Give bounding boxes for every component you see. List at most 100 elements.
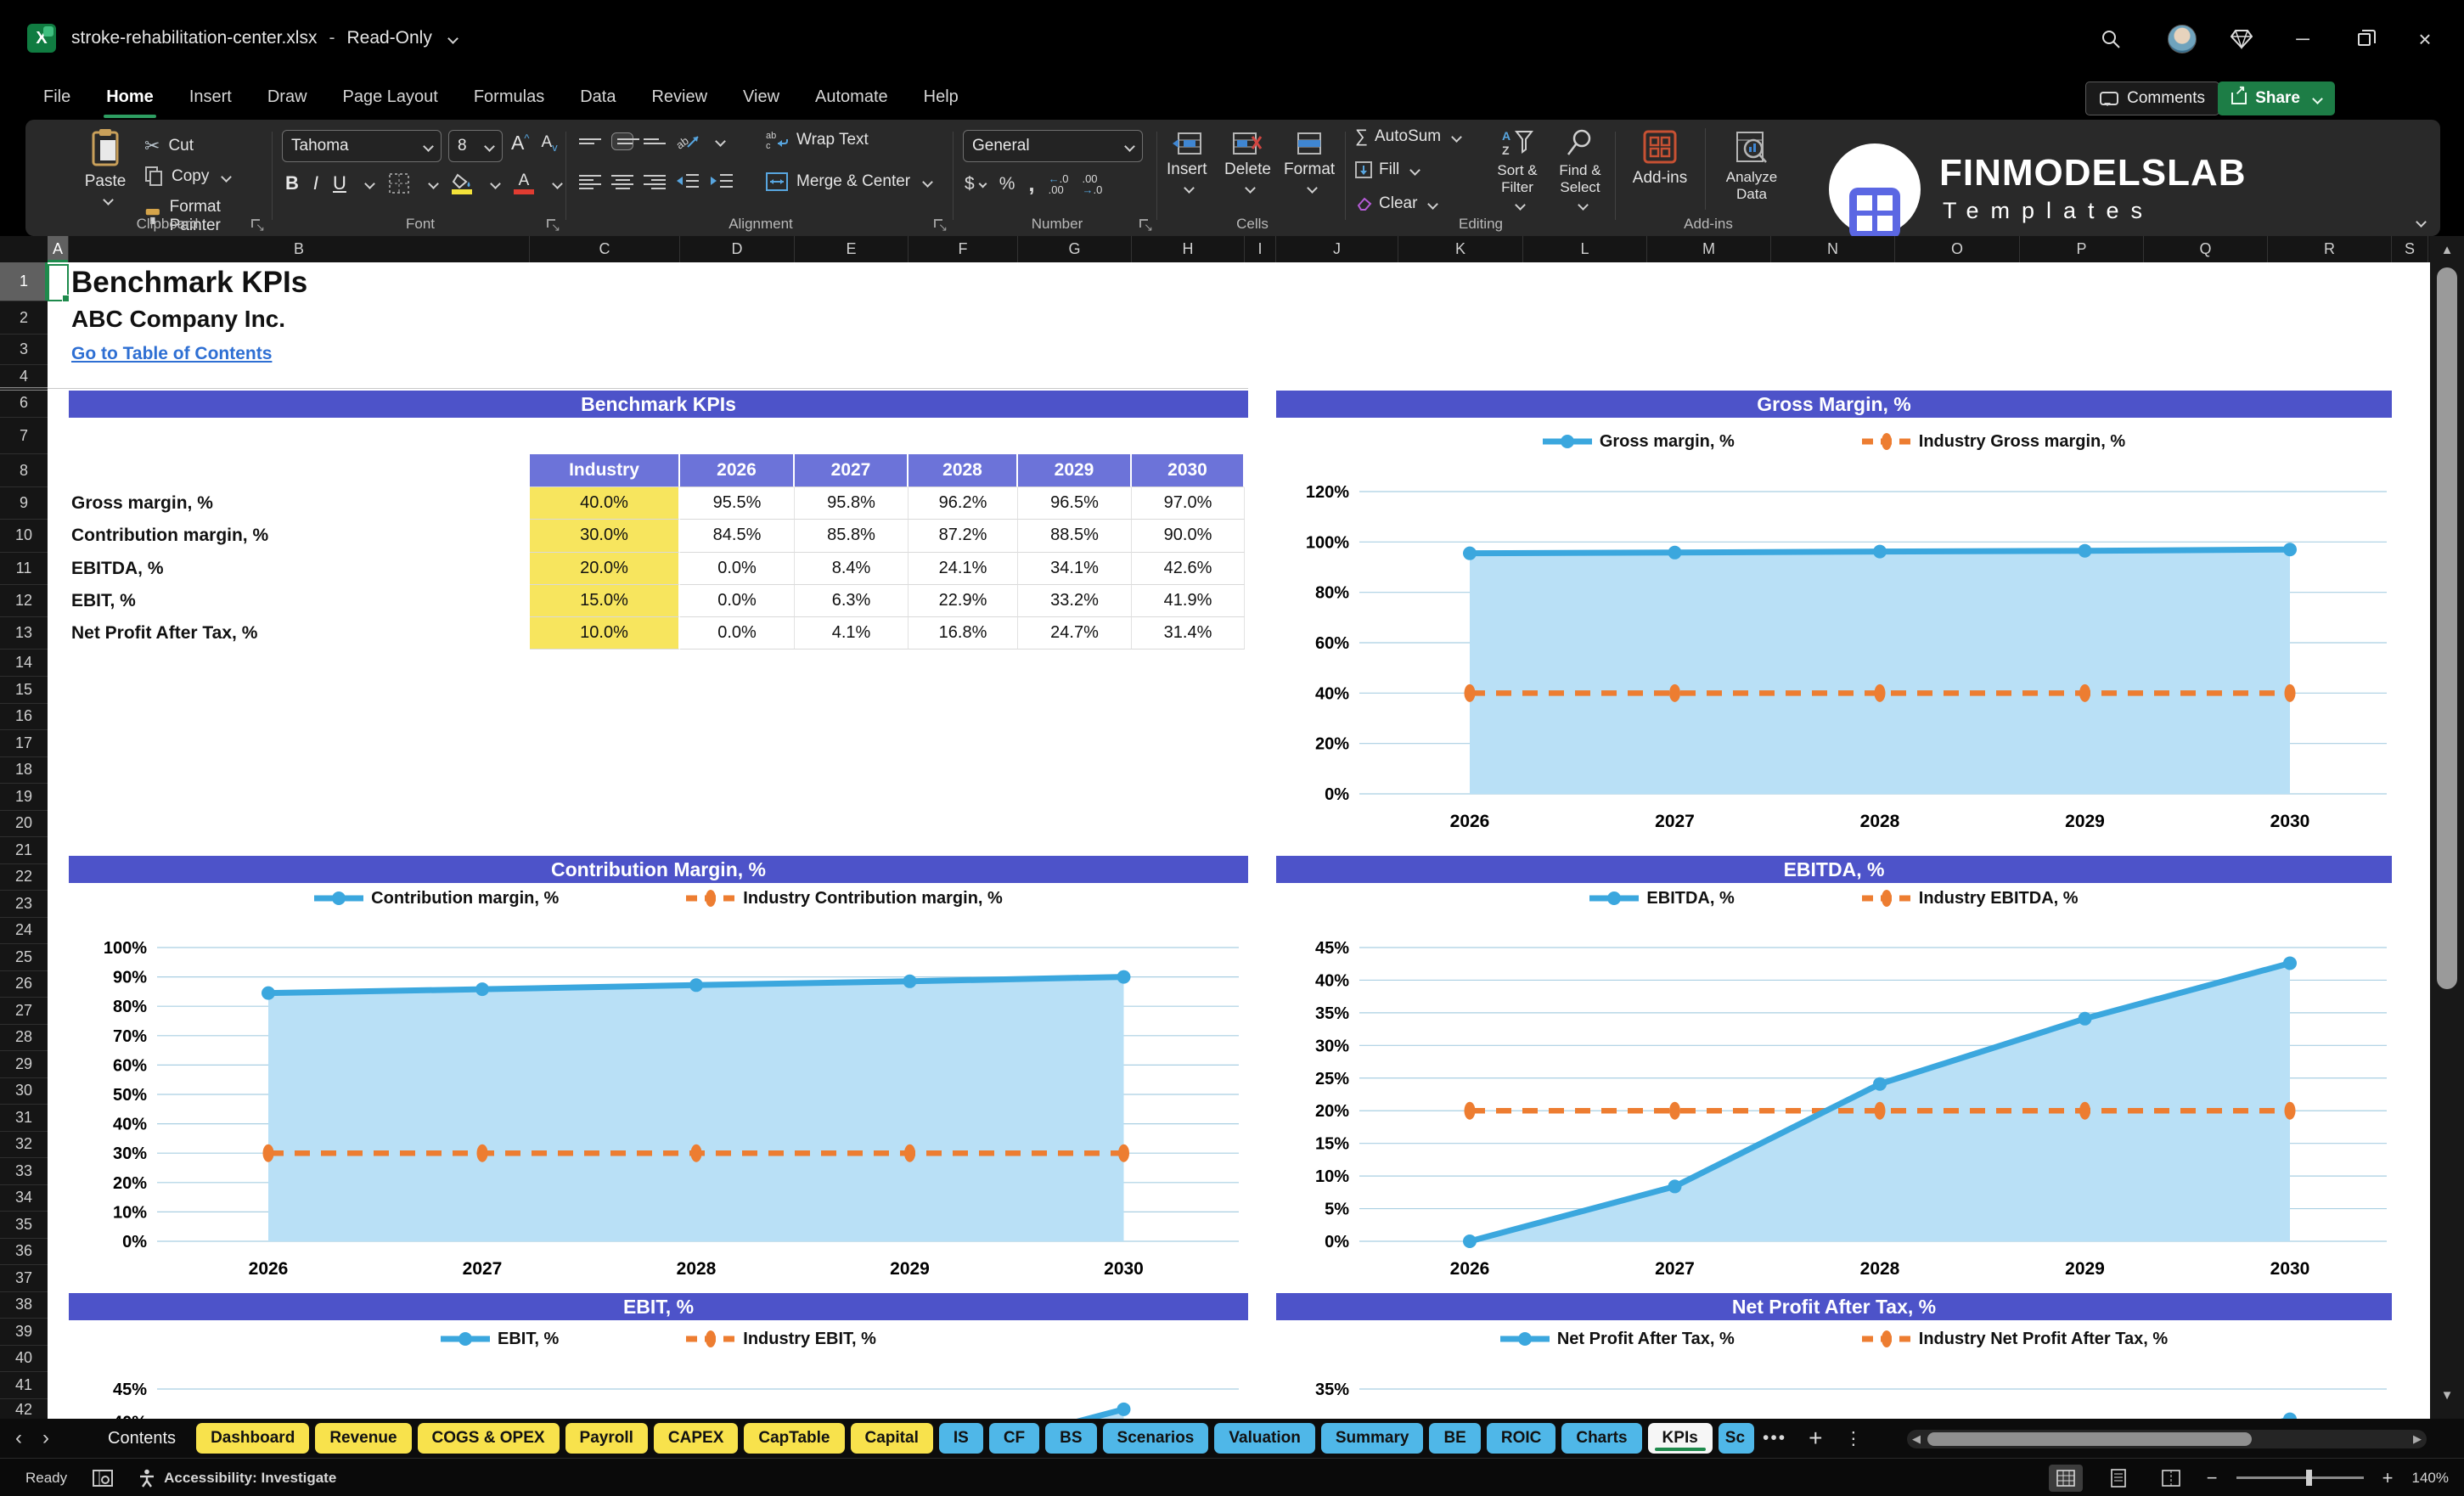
cell-2029-row12[interactable]: 33.2% xyxy=(1018,585,1132,617)
font-name-select[interactable]: Tahoma xyxy=(282,130,442,162)
accessibility-status[interactable]: Accessibility: Investigate xyxy=(138,1469,336,1488)
scroll-left-icon[interactable]: ◀ xyxy=(1912,1430,1921,1448)
autosum-button[interactable]: ∑ AutoSum xyxy=(1355,127,1460,147)
minimize-button[interactable]: ─ xyxy=(2284,22,2321,56)
share-button[interactable]: Share xyxy=(2218,82,2335,115)
increase-font-icon[interactable]: A^ xyxy=(511,132,529,155)
increase-indent-icon[interactable] xyxy=(710,172,734,191)
more-sheets-icon[interactable]: ••• xyxy=(1763,1428,1786,1448)
scroll-right-icon[interactable]: ▶ xyxy=(2413,1430,2422,1448)
accounting-format-button[interactable]: $ xyxy=(965,174,986,194)
column-header-P[interactable]: P xyxy=(2020,236,2144,262)
cut-button[interactable]: ✂ Cut xyxy=(144,135,194,157)
cell-2028-row10[interactable]: 87.2% xyxy=(909,520,1018,552)
kpi-label[interactable]: EBIT, % xyxy=(71,585,136,617)
cell-industry-row12[interactable]: 15.0% xyxy=(530,585,680,617)
paste-button[interactable]: Paste xyxy=(78,128,132,204)
column-header-E[interactable]: E xyxy=(795,236,909,262)
analyze-data-button[interactable]: Analyze Data xyxy=(1713,130,1790,203)
chevron-down-icon[interactable] xyxy=(715,136,726,147)
table-header-2027[interactable]: 2027 xyxy=(795,454,909,487)
sheet-tab-captable[interactable]: CapTable xyxy=(744,1423,844,1454)
zoom-in-icon[interactable]: + xyxy=(2382,1467,2394,1489)
row-header-25[interactable]: 25 xyxy=(0,944,48,971)
row-header-32[interactable]: 32 xyxy=(0,1132,48,1159)
font-size-select[interactable]: 8 xyxy=(448,130,503,162)
row-header-7[interactable]: 7 xyxy=(0,418,48,454)
page-break-view-icon[interactable] xyxy=(2154,1465,2188,1492)
menu-tab-data[interactable]: Data xyxy=(562,75,633,120)
row-header-15[interactable]: 15 xyxy=(0,677,48,704)
font-color-button[interactable]: A xyxy=(514,172,534,194)
kpi-label[interactable]: Net Profit After Tax, % xyxy=(71,617,257,650)
comments-button[interactable]: Comments xyxy=(2085,82,2219,115)
row-header-21[interactable]: 21 xyxy=(0,837,48,864)
menu-tab-file[interactable]: File xyxy=(25,75,88,120)
table-header-2026[interactable]: 2026 xyxy=(680,454,795,487)
cell-2028-row11[interactable]: 24.1% xyxy=(909,553,1018,585)
cell-2026-row13[interactable]: 0.0% xyxy=(680,617,795,650)
sheet-tab-scenarios[interactable]: Scenarios xyxy=(1103,1423,1209,1454)
find-select-button[interactable]: Find & Select xyxy=(1550,128,1610,209)
table-of-contents-link[interactable]: Go to Table of Contents xyxy=(71,344,272,364)
zoom-slider[interactable] xyxy=(2236,1476,2364,1479)
row-header-18[interactable]: 18 xyxy=(0,757,48,785)
avatar[interactable] xyxy=(2163,22,2201,56)
align-bottom-icon[interactable] xyxy=(644,138,666,144)
number-format-select[interactable]: General xyxy=(963,130,1143,162)
row-header-16[interactable]: 16 xyxy=(0,704,48,731)
sheet-tab-kpis[interactable]: KPIs xyxy=(1648,1423,1713,1454)
orientation-button[interactable]: ab xyxy=(676,130,701,152)
alignment-dialog-launcher[interactable] xyxy=(934,219,946,231)
delete-cells-button[interactable]: Delete xyxy=(1224,132,1271,192)
row-header-42[interactable]: 42 xyxy=(0,1399,48,1420)
copy-button[interactable]: Copy xyxy=(144,166,230,187)
row-header-39[interactable]: 39 xyxy=(0,1319,48,1346)
menu-tab-formulas[interactable]: Formulas xyxy=(456,75,562,120)
sheet-grid[interactable]: Benchmark KPIs ABC Company Inc. Go to Ta… xyxy=(48,262,2430,1419)
sheet-tab-capex[interactable]: CAPEX xyxy=(654,1423,738,1454)
row-header-35[interactable]: 35 xyxy=(0,1212,48,1239)
chart-gross-margin[interactable]: Gross Margin, %Gross margin, %Industry G… xyxy=(1276,391,2392,849)
decrease-font-icon[interactable]: Av xyxy=(541,133,557,154)
clipboard-dialog-launcher[interactable] xyxy=(251,219,263,231)
cell-2027-row12[interactable]: 6.3% xyxy=(795,585,909,617)
sheet-tab-summary[interactable]: Summary xyxy=(1321,1423,1424,1454)
sheet-tab-capital[interactable]: Capital xyxy=(851,1423,933,1454)
row-header-6[interactable]: 6 xyxy=(0,389,48,418)
sheet-tab-cf[interactable]: CF xyxy=(989,1423,1039,1454)
premium-diamond-icon[interactable] xyxy=(2223,22,2260,56)
page-layout-view-icon[interactable] xyxy=(2101,1465,2135,1492)
cell-2026-row9[interactable]: 95.5% xyxy=(680,487,795,520)
row-header-17[interactable]: 17 xyxy=(0,730,48,757)
decrease-indent-icon[interactable] xyxy=(676,172,700,191)
row-header-31[interactable]: 31 xyxy=(0,1105,48,1132)
cell-industry-row10[interactable]: 30.0% xyxy=(530,520,680,552)
insert-cells-button[interactable]: Insert xyxy=(1167,132,1207,192)
sheet-tab-dashboard[interactable]: Dashboard xyxy=(196,1423,309,1454)
menu-tab-draw[interactable]: Draw xyxy=(250,75,325,120)
cell-2030-row11[interactable]: 42.6% xyxy=(1132,553,1245,585)
sheet-tab-contents[interactable]: Contents xyxy=(93,1423,190,1454)
row-header-38[interactable]: 38 xyxy=(0,1292,48,1319)
macro-record-icon[interactable] xyxy=(93,1470,113,1487)
chart-ebit[interactable]: EBIT, %EBIT, %Industry EBIT, %45%40%35%3… xyxy=(69,1293,1248,1419)
align-center-icon[interactable] xyxy=(611,175,633,189)
column-header-B[interactable]: B xyxy=(69,236,530,262)
sheet-tab-roic[interactable]: ROIC xyxy=(1487,1423,1556,1454)
increase-decimal-button[interactable]: ←.0.00 xyxy=(1049,173,1069,195)
kpi-label[interactable]: EBITDA, % xyxy=(71,553,164,585)
cell-2030-row13[interactable]: 31.4% xyxy=(1132,617,1245,650)
cell-2030-row12[interactable]: 41.9% xyxy=(1132,585,1245,617)
row-header-11[interactable]: 11 xyxy=(0,553,48,585)
normal-view-icon[interactable] xyxy=(2049,1465,2083,1492)
row-header-23[interactable]: 23 xyxy=(0,891,48,918)
menu-tab-page-layout[interactable]: Page Layout xyxy=(325,75,456,120)
merge-center-button[interactable]: Merge & Center xyxy=(766,172,931,191)
sheet-tab-be[interactable]: BE xyxy=(1429,1423,1480,1454)
row-header-9[interactable]: 9 xyxy=(0,487,48,520)
chart-contribution-margin[interactable]: Contribution Margin, %Contribution margi… xyxy=(69,856,1248,1285)
chevron-down-icon[interactable] xyxy=(552,178,563,189)
cell-2028-row13[interactable]: 16.8% xyxy=(909,617,1018,650)
number-dialog-launcher[interactable] xyxy=(1139,219,1151,231)
